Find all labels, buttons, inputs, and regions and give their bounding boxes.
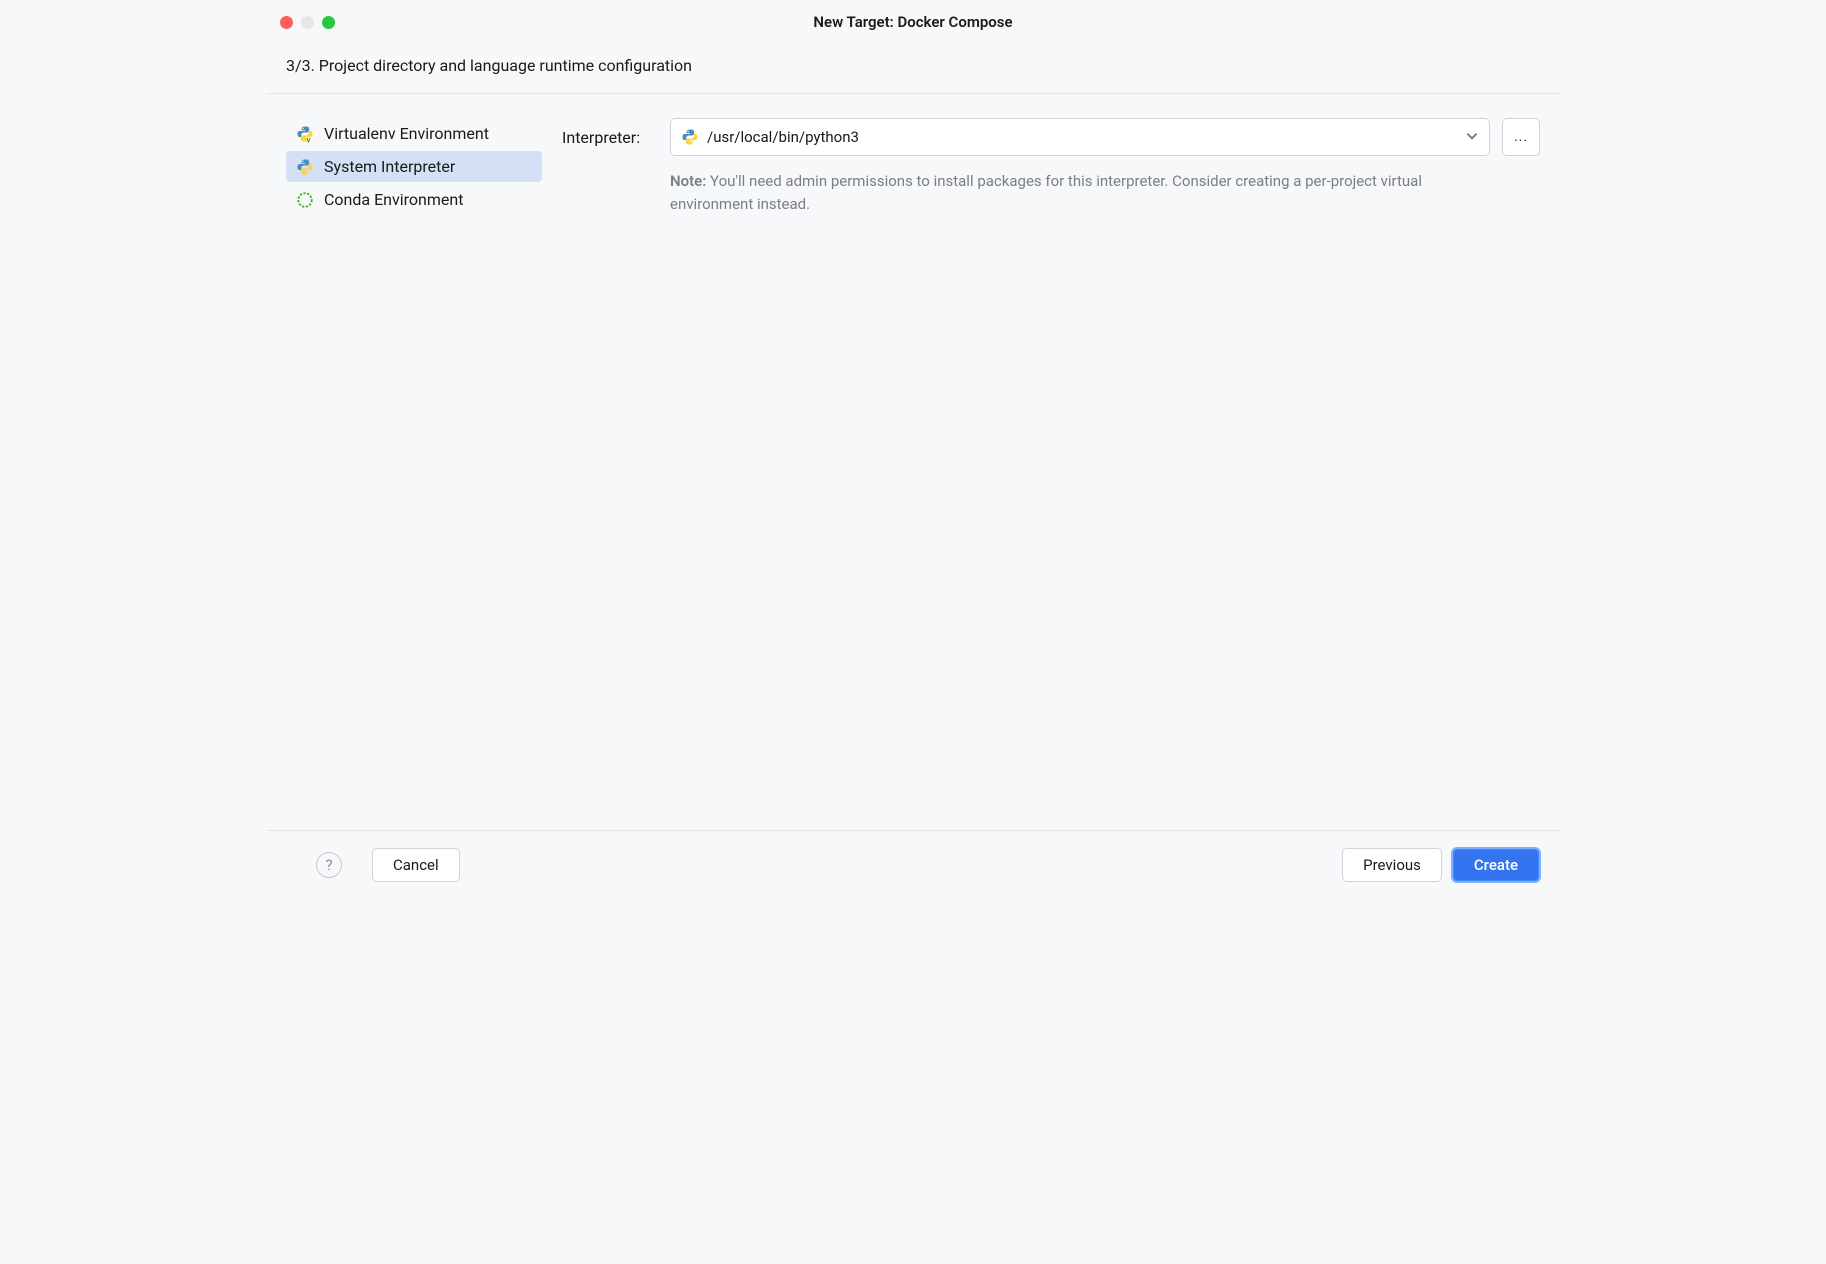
python-icon xyxy=(296,158,314,176)
maximize-window-button[interactable] xyxy=(322,16,335,29)
sidebar-item-system-interpreter[interactable]: System Interpreter xyxy=(286,151,542,182)
content-area: V Virtualenv Environment System Interpre… xyxy=(266,94,1560,830)
note-label: Note: xyxy=(670,172,706,190)
interpreter-label: Interpreter: xyxy=(562,128,658,147)
interpreter-dropdown[interactable]: /usr/local/bin/python3 xyxy=(670,118,1490,156)
window-title: New Target: Docker Compose xyxy=(266,13,1560,31)
help-button[interactable]: ? xyxy=(316,852,342,878)
titlebar: New Target: Docker Compose xyxy=(266,0,1560,44)
minimize-window-button[interactable] xyxy=(301,16,314,29)
note-text: You'll need admin permissions to install… xyxy=(670,172,1422,213)
close-window-button[interactable] xyxy=(280,16,293,29)
step-subtitle: 3/3. Project directory and language runt… xyxy=(266,44,1560,93)
create-button[interactable]: Create xyxy=(1452,848,1540,882)
svg-text:V: V xyxy=(307,137,311,143)
sidebar-item-virtualenv[interactable]: V Virtualenv Environment xyxy=(286,118,542,149)
python-v-icon: V xyxy=(296,125,314,143)
conda-icon xyxy=(296,191,314,209)
main-panel: Interpreter: /usr/local/bin/python3 xyxy=(562,118,1540,810)
interpreter-form-row: Interpreter: /usr/local/bin/python3 xyxy=(562,118,1540,156)
interpreter-value: /usr/local/bin/python3 xyxy=(707,128,1457,146)
browse-button[interactable]: ... xyxy=(1502,118,1540,156)
sidebar: V Virtualenv Environment System Interpre… xyxy=(286,118,542,810)
python-icon xyxy=(681,128,699,146)
sidebar-item-label: Virtualenv Environment xyxy=(324,124,489,143)
sidebar-item-conda[interactable]: Conda Environment xyxy=(286,184,542,215)
interpreter-note: Note: You'll need admin permissions to i… xyxy=(670,170,1450,215)
chevron-down-icon xyxy=(1465,128,1479,147)
cancel-button[interactable]: Cancel xyxy=(372,848,460,882)
sidebar-item-label: System Interpreter xyxy=(324,157,455,176)
traffic-lights xyxy=(280,16,335,29)
sidebar-item-label: Conda Environment xyxy=(324,190,463,209)
footer: ? Cancel Previous Create xyxy=(266,830,1560,898)
previous-button[interactable]: Previous xyxy=(1342,848,1442,882)
dialog-window: New Target: Docker Compose 3/3. Project … xyxy=(266,0,1560,898)
